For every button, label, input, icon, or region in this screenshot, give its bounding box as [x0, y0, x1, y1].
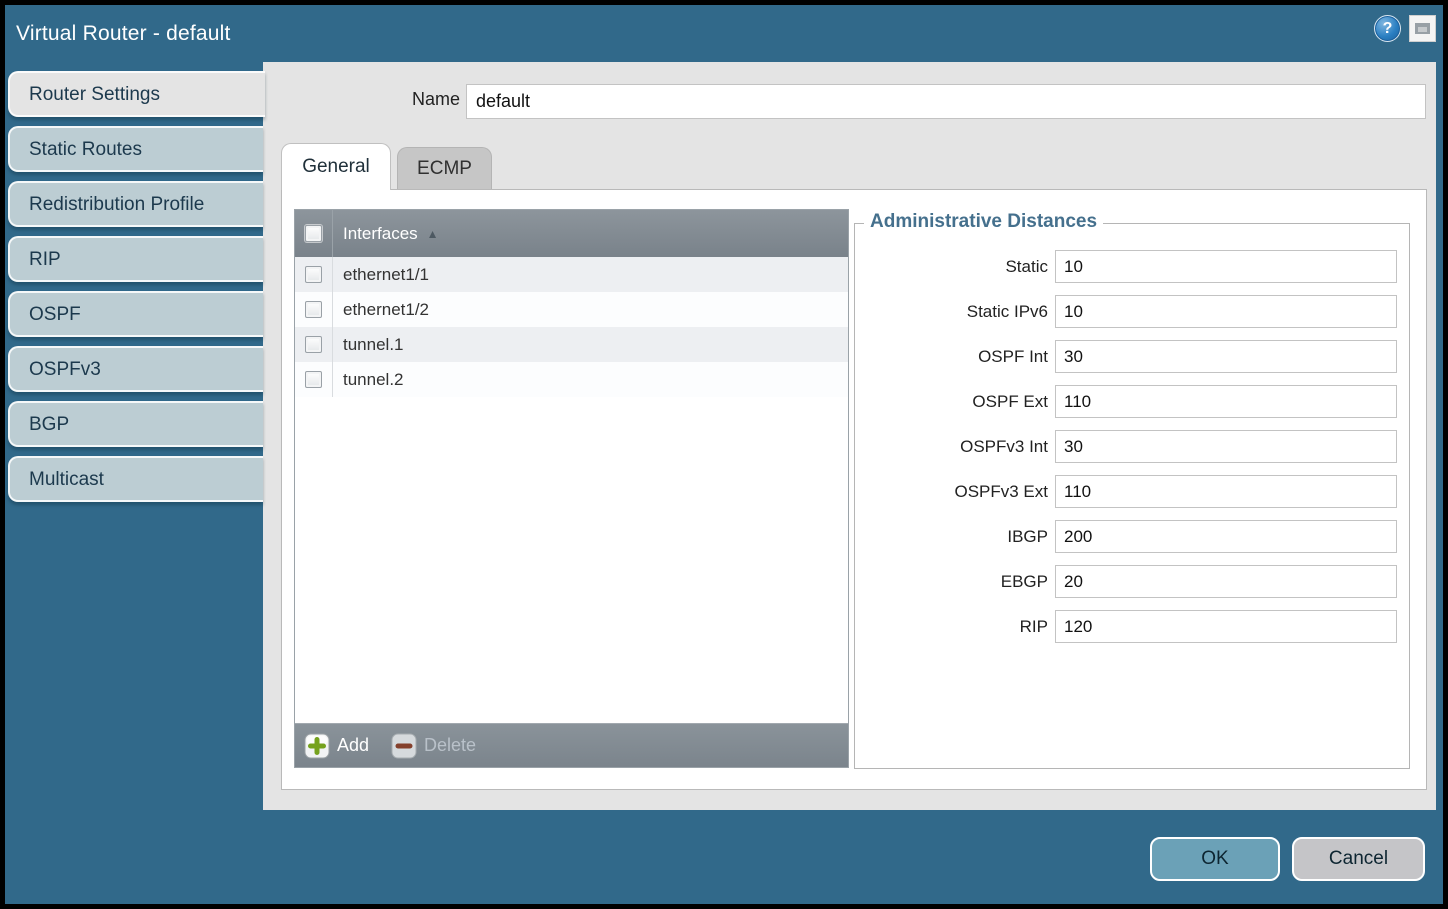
- table-row[interactable]: tunnel.2: [295, 362, 848, 397]
- add-button[interactable]: Add: [304, 733, 369, 759]
- help-icon[interactable]: ?: [1374, 15, 1401, 42]
- distance-row: OSPFv3 Int: [855, 430, 1409, 463]
- title-bar: Virtual Router - default ?: [5, 5, 1443, 62]
- name-input[interactable]: [466, 84, 1426, 119]
- static-ipv6-label: Static IPv6: [855, 302, 1048, 322]
- row-checkbox[interactable]: [305, 371, 322, 388]
- ospfv3-int-input[interactable]: [1055, 430, 1397, 463]
- distance-row: Static IPv6: [855, 295, 1409, 328]
- rip-label: RIP: [855, 617, 1048, 637]
- distance-row: OSPF Int: [855, 340, 1409, 373]
- add-button-label: Add: [337, 735, 369, 756]
- static-ipv6-input[interactable]: [1055, 295, 1397, 328]
- rip-input[interactable]: [1055, 610, 1397, 643]
- general-tab-panel: Interfaces ▲ ethernet1/1 ethernet1/2 tun…: [281, 189, 1427, 790]
- distance-row: Static: [855, 250, 1409, 283]
- window-pane-glyph: [1415, 23, 1430, 34]
- table-row[interactable]: tunnel.1: [295, 327, 848, 362]
- sidebar-item-bgp[interactable]: BGP: [8, 401, 263, 447]
- table-row[interactable]: ethernet1/1: [295, 257, 848, 292]
- help-glyph: ?: [1375, 16, 1400, 41]
- static-label: Static: [855, 257, 1048, 277]
- header-checkbox-cell: [295, 210, 333, 257]
- delete-button-label: Delete: [424, 735, 476, 756]
- distance-row: EBGP: [855, 565, 1409, 598]
- dialog-body: Name General ECMP Interfaces ▲: [5, 62, 1443, 904]
- interfaces-column-header: Interfaces: [333, 224, 418, 244]
- select-all-checkbox[interactable]: [305, 225, 322, 242]
- interfaces-table: Interfaces ▲ ethernet1/1 ethernet1/2 tun…: [294, 209, 849, 768]
- ospf-ext-input[interactable]: [1055, 385, 1397, 418]
- distance-row: RIP: [855, 610, 1409, 643]
- cancel-button[interactable]: Cancel: [1292, 837, 1425, 881]
- distance-row: OSPFv3 Ext: [855, 475, 1409, 508]
- dialog-title: Virtual Router - default: [16, 5, 231, 62]
- plus-icon: [304, 733, 330, 759]
- ospfv3-ext-label: OSPFv3 Ext: [855, 482, 1048, 502]
- ospfv3-int-label: OSPFv3 Int: [855, 437, 1048, 457]
- table-row[interactable]: ethernet1/2: [295, 292, 848, 327]
- sidebar: Router Settings Static Routes Redistribu…: [8, 71, 263, 511]
- ok-button[interactable]: OK: [1150, 837, 1280, 881]
- sidebar-item-ospf[interactable]: OSPF: [8, 291, 263, 337]
- delete-button-disabled[interactable]: Delete: [391, 733, 476, 759]
- ospf-int-input[interactable]: [1055, 340, 1397, 373]
- ospf-int-label: OSPF Int: [855, 347, 1048, 367]
- distance-row: OSPF Ext: [855, 385, 1409, 418]
- table-empty-area: [295, 397, 848, 723]
- administrative-distances-fieldset: Administrative Distances Static Static I…: [854, 223, 1410, 769]
- static-input[interactable]: [1055, 250, 1397, 283]
- row-checkbox[interactable]: [305, 266, 322, 283]
- virtual-router-dialog: Virtual Router - default ? Name General …: [5, 5, 1443, 904]
- fieldset-legend: Administrative Distances: [864, 211, 1103, 233]
- tab-ecmp[interactable]: ECMP: [397, 147, 492, 190]
- name-label: Name: [263, 89, 460, 110]
- table-toolbar: Add Delete: [295, 723, 848, 767]
- sidebar-item-multicast[interactable]: Multicast: [8, 456, 263, 502]
- maximize-icon[interactable]: [1409, 15, 1436, 42]
- sort-ascending-icon[interactable]: ▲: [427, 227, 439, 241]
- minus-icon: [391, 733, 417, 759]
- sidebar-item-static-routes[interactable]: Static Routes: [8, 126, 263, 172]
- row-checkbox[interactable]: [305, 336, 322, 353]
- ospfv3-ext-input[interactable]: [1055, 475, 1397, 508]
- interface-name: ethernet1/2: [333, 300, 429, 320]
- interface-name: ethernet1/1: [333, 265, 429, 285]
- content-panel: Name General ECMP Interfaces ▲: [263, 62, 1436, 810]
- ibgp-input[interactable]: [1055, 520, 1397, 553]
- sidebar-item-rip[interactable]: RIP: [8, 236, 263, 282]
- ibgp-label: IBGP: [855, 527, 1048, 547]
- interface-name: tunnel.1: [333, 335, 404, 355]
- interface-name: tunnel.2: [333, 370, 404, 390]
- distance-row: IBGP: [855, 520, 1409, 553]
- sidebar-item-ospfv3[interactable]: OSPFv3: [8, 346, 263, 392]
- ospf-ext-label: OSPF Ext: [855, 392, 1048, 412]
- ebgp-input[interactable]: [1055, 565, 1397, 598]
- sidebar-item-redistribution-profile[interactable]: Redistribution Profile: [8, 181, 263, 227]
- row-checkbox[interactable]: [305, 301, 322, 318]
- interfaces-table-header[interactable]: Interfaces ▲: [295, 210, 848, 257]
- tab-general[interactable]: General: [281, 143, 391, 190]
- sidebar-item-router-settings[interactable]: Router Settings: [8, 71, 265, 117]
- ebgp-label: EBGP: [855, 572, 1048, 592]
